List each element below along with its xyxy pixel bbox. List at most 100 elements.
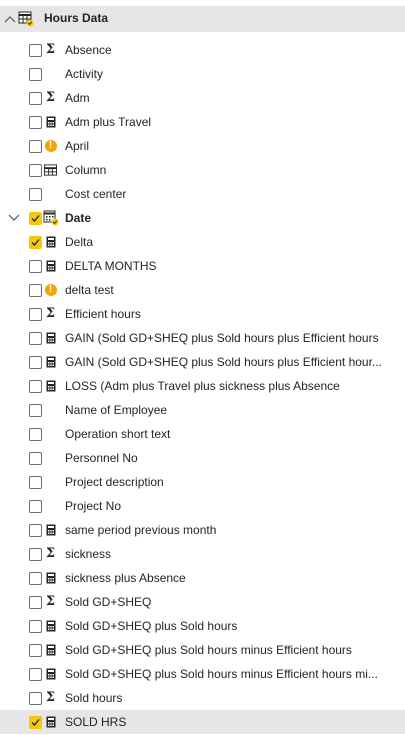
field-label: DELTA MONTHS — [65, 259, 157, 273]
field-row[interactable]: Delta — [0, 230, 405, 254]
field-label: Project description — [65, 475, 164, 489]
date-hierarchy-icon — [43, 210, 59, 226]
field-row[interactable]: Column — [0, 158, 405, 182]
calculator-icon — [44, 667, 57, 680]
field-checkbox[interactable] — [29, 308, 42, 321]
field-checkbox[interactable] — [29, 188, 42, 201]
field-checkbox[interactable] — [29, 164, 42, 177]
field-row[interactable]: sickness plus Absence — [0, 566, 405, 590]
field-label: Cost center — [65, 187, 127, 201]
field-checkbox[interactable] — [29, 212, 42, 225]
field-label: GAIN (Sold GD+SHEQ plus Sold hours plus … — [65, 355, 382, 369]
field-row[interactable]: DELTA MONTHS — [0, 254, 405, 278]
sigma-icon: Σ — [45, 306, 56, 321]
chevron-up-icon[interactable] — [4, 13, 16, 25]
field-checkbox[interactable] — [29, 68, 42, 81]
table-title[interactable]: Hours Data — [44, 11, 108, 25]
field-row[interactable]: Σ Efficient hours — [0, 302, 405, 326]
field-row[interactable]: ! delta test — [0, 278, 405, 302]
field-checkbox[interactable] — [29, 500, 42, 513]
field-label: delta test — [65, 283, 114, 297]
field-checkbox[interactable] — [29, 284, 42, 297]
field-label: Sold GD+SHEQ plus Sold hours minus Effic… — [65, 667, 378, 681]
field-row[interactable]: Personnel No — [0, 446, 405, 470]
field-row[interactable]: Σ Sold hours — [0, 686, 405, 710]
field-checkbox[interactable] — [29, 572, 42, 585]
field-checkbox[interactable] — [29, 524, 42, 537]
field-checkbox[interactable] — [29, 236, 42, 249]
field-group-row[interactable]: Date — [0, 206, 405, 230]
field-checkbox[interactable] — [29, 620, 42, 633]
table-icon — [18, 11, 34, 27]
field-checkbox[interactable] — [29, 428, 42, 441]
field-checkbox[interactable] — [29, 476, 42, 489]
field-label: Sold GD+SHEQ plus Sold hours minus Effic… — [65, 643, 352, 657]
field-label: April — [65, 139, 90, 153]
field-row[interactable]: Σ Absence — [0, 38, 405, 62]
field-row[interactable]: SOLD HRS — [0, 710, 405, 734]
field-checkbox[interactable] — [29, 92, 42, 105]
field-checkbox[interactable] — [29, 44, 42, 57]
field-checkbox[interactable] — [29, 692, 42, 705]
field-checkbox[interactable] — [29, 116, 42, 129]
field-row[interactable]: same period previous month — [0, 518, 405, 542]
field-row[interactable]: Operation short text — [0, 422, 405, 446]
sigma-icon: Σ — [45, 42, 56, 57]
field-row[interactable]: GAIN (Sold GD+SHEQ plus Sold hours plus … — [0, 350, 405, 374]
field-row[interactable]: Σsickness — [0, 542, 405, 566]
field-row[interactable]: Sold GD+SHEQ plus Sold hours — [0, 614, 405, 638]
sigma-icon: Σ — [45, 90, 56, 105]
table-header[interactable]: Hours Data — [0, 6, 405, 32]
field-checkbox[interactable] — [29, 716, 42, 729]
field-row[interactable]: Activity — [0, 62, 405, 86]
field-label: Sold GD+SHEQ — [65, 595, 152, 609]
field-label: Adm plus Travel — [65, 115, 152, 129]
field-label: LOSS (Adm plus Travel plus sickness plus… — [65, 379, 340, 393]
field-row[interactable]: GAIN (Sold GD+SHEQ plus Sold hours plus … — [0, 326, 405, 350]
field-label: Efficient hours — [65, 307, 141, 321]
field-label: SOLD HRS — [65, 715, 127, 729]
field-checkbox[interactable] — [29, 668, 42, 681]
field-checkbox[interactable] — [29, 332, 42, 345]
field-label: GAIN (Sold GD+SHEQ plus Sold hours plus … — [65, 331, 379, 345]
sigma-icon: Σ — [45, 690, 56, 705]
calculator-icon — [44, 523, 57, 536]
calculator-icon — [44, 571, 57, 584]
sigma-icon: Σ — [45, 546, 56, 561]
field-label: Activity — [65, 67, 104, 81]
field-row[interactable]: Project No — [0, 494, 405, 518]
calculator-icon — [44, 379, 57, 392]
sigma-icon: Σ — [45, 594, 56, 609]
field-row[interactable]: Cost center — [0, 182, 405, 206]
column-icon — [44, 163, 57, 176]
calculator-icon — [44, 331, 57, 344]
calculator-icon — [44, 235, 57, 248]
field-row[interactable]: Project description — [0, 470, 405, 494]
field-checkbox[interactable] — [29, 260, 42, 273]
field-row[interactable]: Σ Sold GD+SHEQ — [0, 590, 405, 614]
field-row[interactable]: LOSS (Adm plus Travel plus sickness plus… — [0, 374, 405, 398]
field-label: Sold GD+SHEQ plus Sold hours — [65, 619, 238, 633]
field-label: Name of Employee — [65, 403, 168, 417]
field-label: Adm — [65, 91, 90, 105]
field-checkbox[interactable] — [29, 644, 42, 657]
field-checkbox[interactable] — [29, 380, 42, 393]
field-label: Column — [65, 163, 107, 177]
field-checkbox[interactable] — [29, 404, 42, 417]
calculator-icon — [44, 115, 57, 128]
field-row[interactable]: ! April — [0, 134, 405, 158]
warning-icon: ! — [44, 139, 57, 152]
chevron-down-icon[interactable] — [8, 212, 20, 224]
field-checkbox[interactable] — [29, 452, 42, 465]
field-checkbox[interactable] — [29, 140, 42, 153]
field-row[interactable]: Sold GD+SHEQ plus Sold hours minus Effic… — [0, 662, 405, 686]
field-checkbox[interactable] — [29, 596, 42, 609]
field-checkbox[interactable] — [29, 356, 42, 369]
field-checkbox[interactable] — [29, 548, 42, 561]
field-row[interactable]: Adm plus Travel — [0, 110, 405, 134]
field-row[interactable]: Σ Adm — [0, 86, 405, 110]
calculator-icon — [44, 619, 57, 632]
field-label: Personnel No — [65, 451, 138, 465]
field-row[interactable]: Name of Employee — [0, 398, 405, 422]
field-row[interactable]: Sold GD+SHEQ plus Sold hours minus Effic… — [0, 638, 405, 662]
